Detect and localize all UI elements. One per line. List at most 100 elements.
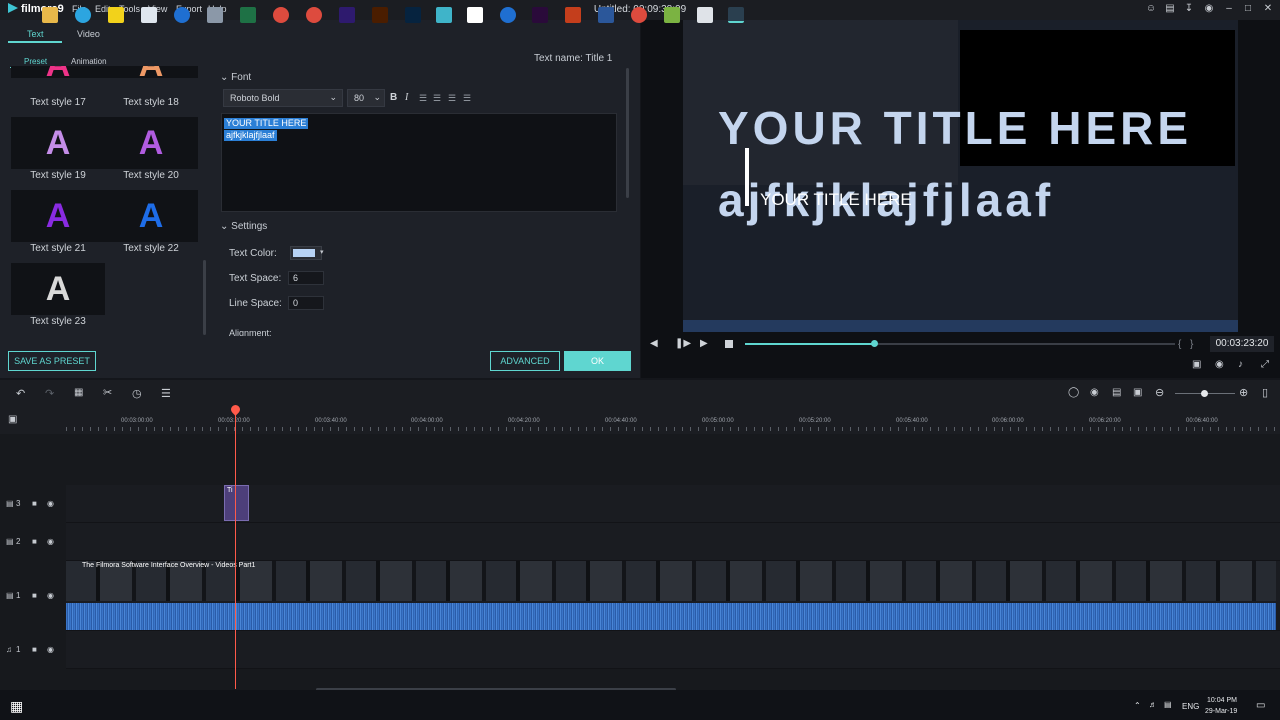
powerpoint-icon[interactable] [565,7,581,23]
align-center-icon[interactable]: ☰ [433,93,441,104]
marker-icon[interactable]: ◯ [1068,387,1079,398]
eye-icon[interactable]: ◉ [47,591,54,600]
tray-chevron-icon[interactable]: ⌃ [1134,701,1141,710]
excel-icon[interactable] [240,7,256,23]
lock-icon[interactable]: ■ [32,537,37,546]
lock-icon[interactable]: ■ [32,499,37,508]
tab-text[interactable]: Text [27,29,44,39]
video-clip[interactable]: The Filmora Software Interface Overview … [66,561,1276,601]
volume-icon[interactable]: ♪ [1238,359,1243,370]
font-family-select[interactable]: Roboto Bold ⌄ [223,89,343,107]
title-clip[interactable]: Ti [224,485,249,521]
zoom-out-icon[interactable]: ⊖ [1155,386,1164,399]
align-left-icon[interactable]: ☰ [419,93,427,104]
track-lane-audio[interactable] [66,631,1280,669]
chrome-icon[interactable] [631,7,647,23]
text-style-thumb[interactable]: A [104,66,198,84]
chrome-icon[interactable] [273,7,289,23]
title-text-input[interactable]: YOUR TITLE HERE ajfkjklajfjlaaf [221,113,617,212]
align-right-icon[interactable]: ☰ [448,93,456,104]
undo-icon[interactable]: ↶ [16,387,25,400]
clock-time[interactable]: 10:04 PM [1207,697,1237,704]
text-color-picker[interactable] [290,246,322,260]
mixer-icon[interactable]: ▤ [1112,387,1121,398]
ok-button[interactable]: OK [564,351,631,371]
mic-icon[interactable]: ◉ [1090,387,1099,398]
zoom-slider-handle[interactable] [1201,390,1208,397]
word-icon[interactable] [598,7,614,23]
cut-icon[interactable]: ✂ [103,386,112,399]
app-icon[interactable] [664,7,680,23]
file-explorer-icon[interactable] [42,7,58,23]
pip-icon[interactable]: ▣ [1133,387,1142,398]
photos-icon[interactable] [141,7,157,23]
snapshot-icon[interactable]: ◉ [1215,359,1224,370]
advanced-button[interactable]: ADVANCED [490,351,560,371]
speed-icon[interactable]: ◷ [132,387,142,400]
telegram-icon[interactable] [75,7,91,23]
text-style-thumb[interactable]: A [104,117,198,169]
app-icon[interactable] [207,7,223,23]
network-icon[interactable]: ▤ [1164,700,1172,709]
lock-icon[interactable]: ■ [32,591,37,600]
audio-waveform[interactable] [66,603,1276,630]
text-style-thumb[interactable]: A [11,117,105,169]
notification-icon[interactable]: ◉ [1203,3,1215,15]
font-size-select[interactable]: 80 ⌄ [347,89,385,107]
subtab-animation[interactable]: Animation [71,57,107,66]
photoshop-icon[interactable] [405,7,421,23]
lock-icon[interactable]: ■ [32,645,37,654]
internet-explorer-icon[interactable] [500,7,516,23]
text-style-thumb[interactable]: A [11,190,105,242]
windows-start-icon[interactable]: ▦ [10,698,23,715]
add-track-icon[interactable]: ▣ [8,414,17,425]
app-icon[interactable] [436,7,452,23]
mark-out-icon[interactable]: } [1190,339,1193,350]
font-section-header[interactable]: ⌄ Font [220,72,251,83]
illustrator-icon[interactable] [372,7,388,23]
track-lane-2[interactable] [66,523,1280,561]
chevron-down-icon[interactable]: ▾ [320,248,324,256]
app-icon[interactable] [467,7,483,23]
app-icon[interactable] [108,7,124,23]
account-icon[interactable]: ☺ [1145,3,1157,15]
fullscreen-icon[interactable]: ⤢ [1261,359,1269,370]
close-icon[interactable]: ✕ [1262,3,1274,15]
subtab-preset[interactable]: Preset [24,57,47,66]
speaker-icon[interactable]: ♬ [1149,700,1157,709]
clock-date[interactable]: 29-Mar-19 [1205,708,1237,715]
text-style-thumb[interactable]: A [11,66,105,84]
chrome-icon[interactable] [306,7,322,23]
tracks-icon[interactable]: ▯ [1262,386,1268,399]
delete-icon[interactable]: ▦ [74,387,83,398]
italic-icon[interactable]: I [405,92,408,103]
eye-icon[interactable]: ◉ [47,499,54,508]
filmora-taskbar-icon[interactable] [728,7,744,23]
eye-icon[interactable]: ◉ [47,537,54,546]
settings-section-header[interactable]: ⌄ Settings [220,221,267,232]
mark-in-icon[interactable]: { [1178,339,1181,350]
tab-video[interactable]: Video [77,29,100,39]
playback-progress-handle[interactable] [871,340,878,347]
maximize-icon[interactable]: □ [1242,3,1254,15]
adjust-icon[interactable]: ☰ [161,387,171,400]
notification-center-icon[interactable]: ▭ [1256,700,1265,711]
styles-scrollbar[interactable] [203,260,206,335]
bold-icon[interactable]: B [390,92,397,103]
stop-icon[interactable] [725,340,733,348]
editor-scrollbar[interactable] [626,68,629,198]
mute-icon[interactable]: ◉ [47,645,54,654]
text-style-thumb[interactable]: A [104,190,198,242]
play-step-icon[interactable]: ❚▶ [675,338,691,349]
line-space-stepper[interactable]: 0 [288,296,324,310]
calculator-icon[interactable] [697,7,713,23]
align-justify-icon[interactable]: ☰ [463,93,471,104]
download-icon[interactable]: ↧ [1183,3,1195,15]
text-space-stepper[interactable]: 6 [288,271,324,285]
after-effects-icon[interactable] [339,7,355,23]
redo-icon[interactable]: ↷ [45,387,54,400]
text-style-thumb[interactable]: A [11,263,105,315]
edge-icon[interactable] [174,7,190,23]
cart-icon[interactable]: ▤ [1164,3,1176,15]
premiere-icon[interactable] [532,7,548,23]
